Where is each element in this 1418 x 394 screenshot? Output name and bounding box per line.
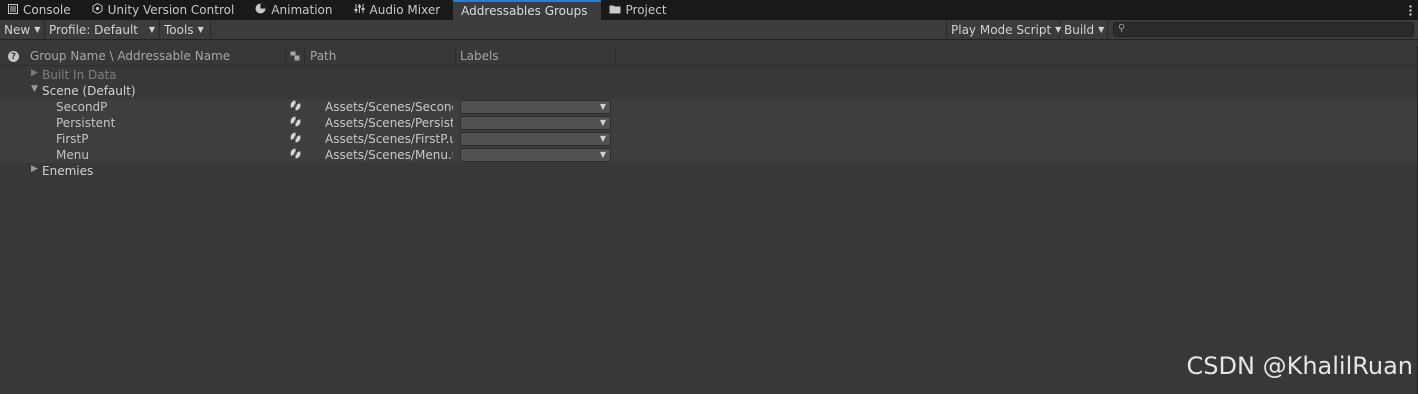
help-icon[interactable]: ?: [8, 51, 19, 62]
labels-dropdown[interactable]: ▼: [460, 148, 611, 162]
build-label: Build: [1064, 22, 1095, 37]
play-mode-label: Play Mode Script: [951, 22, 1052, 37]
entry-row[interactable]: Menu Assets/Scenes/Menu.unity ▼: [0, 147, 1418, 163]
entry-name: SecondP: [56, 100, 108, 114]
column-labels[interactable]: Labels: [460, 49, 499, 63]
play-mode-script-dropdown[interactable]: Play Mode Script ▼: [946, 20, 1061, 39]
entry-row[interactable]: SecondP Assets/Scenes/SecondP.unity ▼: [0, 99, 1418, 115]
expand-arrow-icon[interactable]: ▶: [31, 164, 38, 174]
new-label: New: [4, 22, 31, 37]
window-menu-kebab-icon[interactable]: [1402, 0, 1418, 20]
console-icon: [8, 3, 18, 17]
group-row-built-in-data[interactable]: ▶ Built In Data: [0, 67, 1418, 83]
asset-type-icon: [290, 50, 300, 64]
entry-row[interactable]: FirstP Assets/Scenes/FirstP.unity ▼: [0, 131, 1418, 147]
column-path[interactable]: Path: [310, 49, 336, 63]
expand-arrow-icon[interactable]: ▶: [31, 68, 38, 78]
column-divider[interactable]: [285, 46, 286, 66]
labels-dropdown[interactable]: ▼: [460, 116, 611, 130]
audio-mixer-icon: [354, 3, 365, 17]
chevron-down-icon: ▼: [1098, 25, 1105, 34]
tab-animation[interactable]: Animation: [247, 0, 345, 20]
column-divider[interactable]: [304, 46, 305, 66]
group-row-enemies[interactable]: ▶ Enemies: [0, 163, 1418, 179]
tab-console[interactable]: Console: [0, 0, 84, 20]
chevron-down-icon: ▼: [148, 25, 155, 34]
chevron-down-icon: ▼: [599, 102, 606, 111]
chevron-down-icon: ▼: [34, 25, 41, 34]
search-icon: ⚲: [1118, 23, 1126, 34]
tab-label: Unity Version Control: [107, 3, 235, 17]
tab-project[interactable]: Project: [601, 0, 680, 20]
tools-dropdown[interactable]: Tools ▼: [160, 20, 211, 39]
unity-scene-icon: [290, 100, 301, 114]
tools-label: Tools: [164, 22, 194, 37]
profile-label: Profile: Default: [49, 22, 139, 37]
column-header: ? Group Name \ Addressable Name Path Lab…: [0, 46, 1418, 66]
group-name: Built In Data: [42, 68, 117, 82]
version-control-icon: [92, 2, 103, 17]
tab-label: Animation: [271, 3, 333, 17]
unity-scene-icon: [290, 132, 301, 146]
tab-label: Audio Mixer: [369, 3, 441, 17]
entry-path: Assets/Scenes/SecondP.unity: [325, 100, 453, 114]
tab-label: Addressables Groups: [461, 4, 588, 18]
entry-row[interactable]: Persistent Assets/Scenes/Persistent.unit…: [0, 115, 1418, 131]
profile-dropdown[interactable]: Profile: Default ▼: [45, 20, 160, 39]
unity-scene-icon: [290, 116, 301, 130]
watermark-text: CSDN @KhalilRuan: [1186, 352, 1413, 380]
entry-name: Menu: [56, 148, 89, 162]
group-name: Enemies: [42, 164, 94, 178]
tab-unity-version-control[interactable]: Unity Version Control: [84, 0, 248, 20]
chevron-down-icon: ▼: [197, 25, 204, 34]
group-row-scene-default[interactable]: ▼ Scene (Default): [0, 83, 1418, 99]
chevron-down-icon: ▼: [599, 150, 606, 159]
unity-scene-icon: [290, 148, 301, 162]
entry-name: Persistent: [56, 116, 116, 130]
chevron-down-icon: ▼: [599, 118, 606, 127]
entry-path: Assets/Scenes/FirstP.unity: [325, 132, 453, 146]
tab-label: Project: [625, 3, 667, 17]
entry-path: Assets/Scenes/Menu.unity: [325, 148, 453, 162]
column-divider[interactable]: [455, 46, 456, 66]
collapse-arrow-icon[interactable]: ▼: [31, 84, 38, 94]
column-divider[interactable]: [615, 46, 616, 66]
group-name: Scene (Default): [42, 84, 136, 98]
chevron-down-icon: ▼: [599, 134, 606, 143]
tab-label: Console: [23, 3, 71, 17]
window-tab-bar: Console Unity Version Control Animation …: [0, 0, 1418, 20]
new-dropdown[interactable]: New ▼: [0, 20, 45, 39]
search-input[interactable]: ⚲: [1113, 22, 1414, 37]
labels-dropdown[interactable]: ▼: [460, 132, 611, 146]
entry-path: Assets/Scenes/Persistent.unity: [325, 116, 453, 130]
tab-addressables-groups[interactable]: Addressables Groups: [453, 0, 601, 20]
folder-icon: [609, 3, 621, 17]
labels-dropdown[interactable]: ▼: [460, 100, 611, 114]
tab-audio-mixer[interactable]: Audio Mixer: [346, 0, 454, 20]
addressables-toolbar: New ▼ Profile: Default ▼ Tools ▼ Play Mo…: [0, 20, 1418, 40]
column-group-name[interactable]: Group Name \ Addressable Name: [30, 49, 230, 63]
animation-icon: [255, 3, 266, 17]
entry-name: FirstP: [56, 132, 89, 146]
build-dropdown[interactable]: Build ▼: [1060, 20, 1108, 39]
